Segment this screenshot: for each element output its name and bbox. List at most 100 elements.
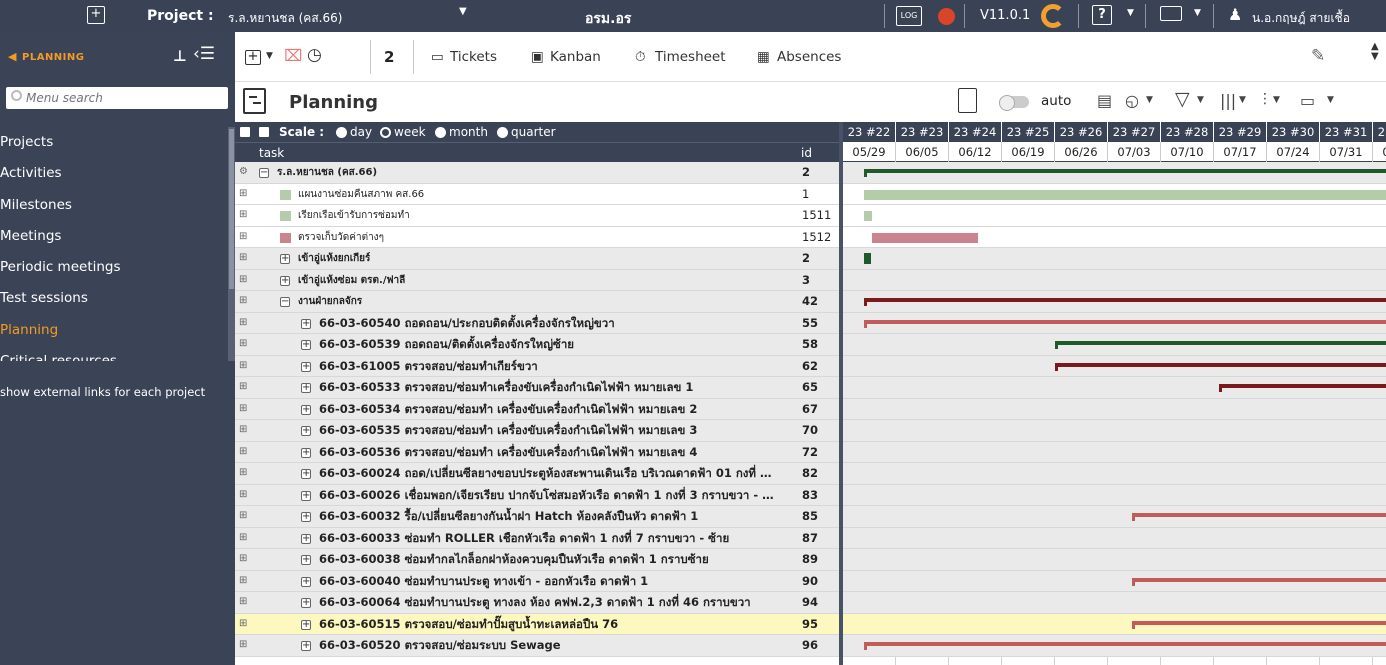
- table-row[interactable]: ⊞ +66-03-60520 ตรวจสอบ/ซ่อมระบบ Sewage 96: [235, 635, 842, 657]
- display-icon[interactable]: [1160, 6, 1182, 21]
- add-clock-icon[interactable]: ◵: [1125, 91, 1139, 110]
- expand-icon[interactable]: +: [301, 361, 311, 372]
- expand-icon[interactable]: +: [301, 641, 311, 651]
- expand-icon[interactable]: +: [301, 469, 311, 479]
- expand-icon[interactable]: +: [280, 254, 290, 264]
- sidebar-item-critical-resources[interactable]: Critical resources: [0, 346, 228, 361]
- external-links-toggle[interactable]: show external links for each project: [0, 385, 205, 399]
- table-row[interactable]: ⊞ +66-03-60534 ตรวจสอบ/ซ่อมทำ เครื่องขับเ…: [235, 398, 842, 420]
- collapse-icon[interactable]: −: [259, 168, 269, 178]
- table-row[interactable]: ⊞ +66-03-60024 ถอด/เปลี่ยนซีลยางขอบประตูห…: [235, 463, 842, 485]
- collapse-all-icon[interactable]: [240, 127, 250, 137]
- table-row[interactable]: ⊞ +66-03-61005 ตรวจสอบ/ซ่อมทำเกียร์ขวา 62: [235, 355, 842, 377]
- gantt-bar[interactable]: [1131, 513, 1386, 521]
- table-row[interactable]: ⊞ +66-03-60535 ตรวจสอบ/ซ่อมทำ เครื่องขับเ…: [235, 420, 842, 442]
- scroll-arrows-icon[interactable]: ▲ ▼: [1371, 42, 1379, 62]
- table-row[interactable]: ⊞ + เข้าอู่แห้งยกเกียร์ 2: [235, 248, 842, 270]
- dependency-icon[interactable]: ⊞: [239, 403, 256, 416]
- sidebar-item-activities[interactable]: Activities: [0, 158, 228, 189]
- dependency-icon[interactable]: ⊞: [239, 360, 256, 373]
- dependency-icon[interactable]: ⊞: [239, 338, 256, 351]
- sidebar-item-projects[interactable]: Projects: [0, 127, 228, 158]
- expand-icon[interactable]: +: [301, 576, 311, 587]
- dependency-icon[interactable]: ⊞: [239, 274, 256, 287]
- timer-icon[interactable]: ⏱: [635, 49, 646, 65]
- table-row[interactable]: ⊞ +66-03-60033 ซ่อมทำ ROLLER เชือกหัวเรือ…: [235, 527, 842, 549]
- add-icon[interactable]: +: [245, 50, 261, 65]
- sidebar-item-meetings[interactable]: Meetings: [0, 221, 228, 252]
- sidebar-scrollbar[interactable]: [228, 127, 235, 361]
- gantt-bar[interactable]: [1131, 620, 1386, 629]
- expand-icon[interactable]: +: [301, 447, 311, 458]
- log-button[interactable]: LOG: [896, 6, 922, 26]
- tickets-link[interactable]: Tickets: [450, 49, 497, 65]
- sidebar-item-planning[interactable]: Planning: [0, 315, 228, 346]
- gantt-bar[interactable]: [872, 232, 979, 243]
- table-row[interactable]: ⊞ +66-03-60064 ซ่อมทำบานประตู ทางลง ห้อง …: [235, 592, 842, 614]
- scale-day-radio[interactable]: [336, 127, 347, 138]
- expand-icon[interactable]: +: [301, 383, 311, 393]
- scale-week-label[interactable]: week: [394, 122, 426, 142]
- table-row[interactable]: ⊞ +66-03-60040 ซ่อมทำบานประตู ทางเข้า - อ…: [235, 570, 842, 592]
- dependency-icon[interactable]: ⊞: [239, 209, 256, 222]
- table-row[interactable]: ⊞ + เข้าอู่แห้งซ่อม ตรต./ฟาลี 3: [235, 269, 842, 291]
- alert-status-icon[interactable]: [938, 8, 955, 25]
- table-row[interactable]: ⊞ +66-03-60515 ตรวจสอบ/ซ่อมทำปั๊มสูบน้ำทะ…: [235, 613, 842, 635]
- chevron-down-icon[interactable]: ▼: [1146, 95, 1153, 105]
- gantt-bar[interactable]: [1219, 384, 1386, 392]
- id-column-header[interactable]: id: [801, 143, 812, 163]
- dependency-icon[interactable]: ⊞: [239, 381, 256, 394]
- table-row[interactable]: ⊞ +66-03-60533 ตรวจสอบ/ซ่อมทำเครื่องขับเค…: [235, 377, 842, 399]
- table-row[interactable]: ⊞ แผนงานซ่อมคืนสภาพ คส.66 1: [235, 183, 842, 205]
- chevron-down-icon[interactable]: ▼: [1327, 95, 1334, 105]
- scale-day-label[interactable]: day: [350, 122, 372, 142]
- gantt-bar[interactable]: [1055, 362, 1386, 371]
- menu-search-input[interactable]: [26, 89, 221, 107]
- hamburger-menu-icon[interactable]: ‹☰: [193, 44, 215, 64]
- chevron-down-icon[interactable]: ▼: [266, 51, 273, 61]
- dependency-icon[interactable]: ⊞: [239, 231, 256, 244]
- dependency-icon[interactable]: ⊞: [239, 553, 256, 566]
- table-row[interactable]: ⊞ เรียกเรือเข้ารับการซ่อมทำ 1511: [235, 205, 842, 227]
- table-row[interactable]: ⊞ +66-03-60032 รื้อ/เปลี่ยนซีลยางกันน้ำฝา…: [235, 506, 842, 528]
- expand-icon[interactable]: +: [280, 275, 290, 286]
- scale-month-label[interactable]: month: [449, 122, 488, 142]
- dependency-icon[interactable]: ⊞: [239, 618, 256, 631]
- chevron-down-icon[interactable]: ▼: [1197, 95, 1204, 105]
- chevron-down-icon[interactable]: ▼: [459, 6, 467, 17]
- dependency-icon[interactable]: ⊞: [239, 532, 256, 545]
- gantt-bar[interactable]: [1131, 577, 1386, 586]
- chevron-down-icon[interactable]: ▼: [1273, 95, 1280, 105]
- chevron-down-icon[interactable]: ▼: [1239, 95, 1246, 105]
- gantt-bar[interactable]: [864, 253, 872, 264]
- expand-icon[interactable]: +: [301, 512, 311, 522]
- chevron-down-icon[interactable]: ▼: [1194, 8, 1201, 18]
- project-selector[interactable]: ร.ล.หยานชล (คส.66): [228, 9, 342, 28]
- task-column-header[interactable]: task: [259, 143, 284, 163]
- dependency-icon[interactable]: ⊞: [239, 252, 256, 265]
- table-row[interactable]: ⚙ − ร.ล.หยานชล (คส.66) 2: [235, 162, 842, 184]
- expand-icon[interactable]: +: [301, 619, 311, 630]
- expand-icon[interactable]: +: [301, 318, 311, 329]
- gantt-bar[interactable]: [864, 298, 1386, 306]
- user-icon[interactable]: ♟: [1228, 5, 1242, 24]
- expand-icon[interactable]: +: [301, 555, 311, 565]
- bookmark-icon[interactable]: ⌧: [284, 46, 302, 65]
- expand-icon[interactable]: +: [301, 598, 311, 608]
- sidebar-item-milestones[interactable]: Milestones: [0, 190, 228, 221]
- dependency-icon[interactable]: ⊞: [239, 188, 256, 201]
- dependency-icon[interactable]: ⊞: [239, 446, 256, 459]
- table-row[interactable]: ⊞ +66-03-60539 ถอดถอน/ติดตั้งเครื่องจักรใ…: [235, 334, 842, 356]
- expand-icon[interactable]: +: [301, 404, 311, 415]
- pin-icon[interactable]: ⊥: [173, 47, 187, 65]
- help-button[interactable]: ?: [1092, 5, 1112, 25]
- dependency-icon[interactable]: ⊞: [239, 489, 256, 502]
- dependency-icon[interactable]: ⊞: [239, 295, 256, 308]
- menu-search[interactable]: [6, 87, 228, 109]
- kanban-icon[interactable]: ▣: [531, 49, 544, 65]
- timesheet-link[interactable]: Timesheet: [655, 49, 726, 65]
- dependency-icon[interactable]: ⊞: [239, 424, 256, 437]
- gantt-bar[interactable]: [864, 169, 1386, 177]
- table-row[interactable]: ⊞ +66-03-60536 ตรวจสอบ/ซ่อมทำ เครื่องขับเ…: [235, 441, 842, 463]
- gantt-bar[interactable]: [864, 189, 1386, 200]
